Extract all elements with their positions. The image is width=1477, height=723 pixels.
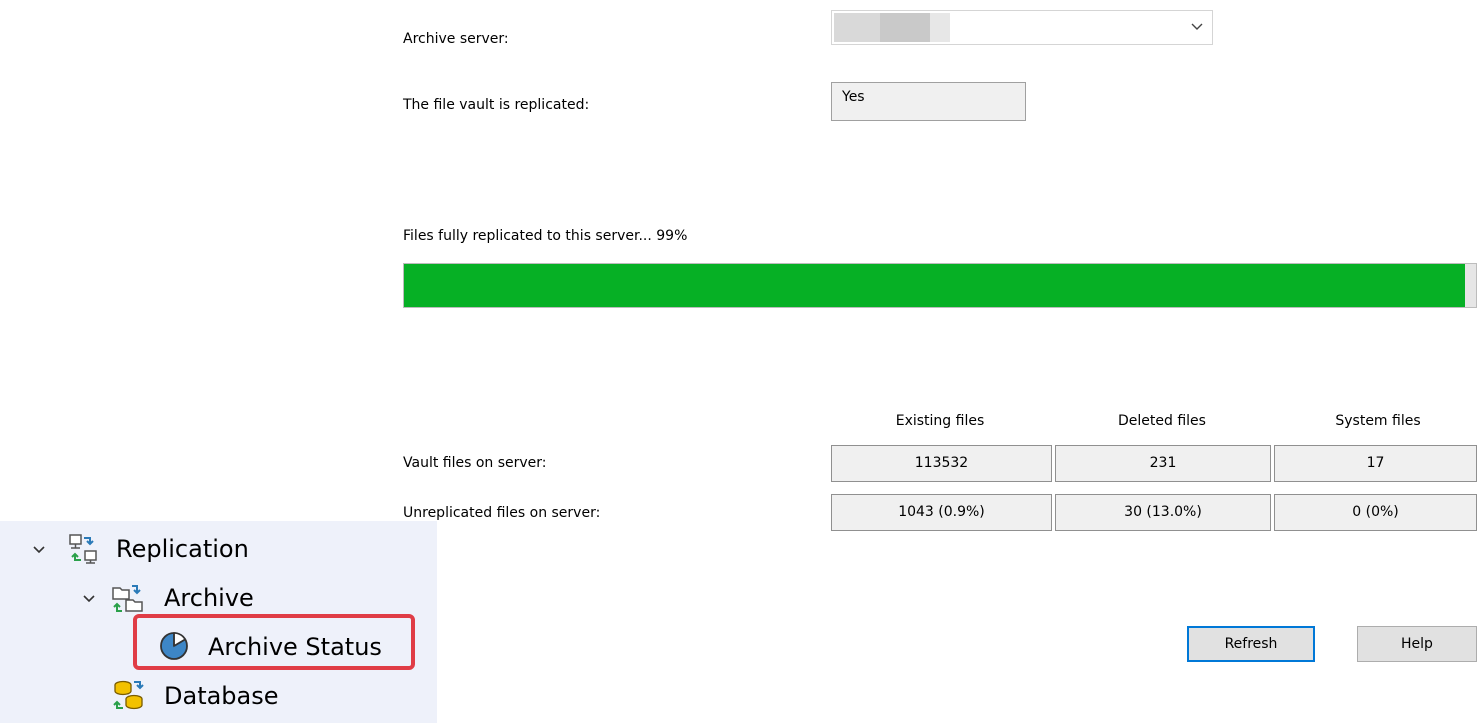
progress-label: Files fully replicated to this server...…: [403, 228, 688, 244]
archive-server-label: Archive server:: [403, 31, 509, 47]
replicated-field: Yes: [831, 82, 1026, 121]
cell-vault-existing: 113532: [831, 445, 1052, 482]
progress-fill: [404, 264, 1466, 307]
archive-server-value-redacted: [930, 13, 950, 42]
replicated-label: The file vault is replicated:: [403, 97, 590, 113]
column-header-existing: Existing files: [895, 413, 985, 429]
archive-server-value-redacted: [880, 13, 930, 42]
archive-server-value-redacted: [834, 13, 880, 42]
cell-unreplicated-system: 0 (0%): [1274, 494, 1477, 531]
row-label-vault-files: Vault files on server:: [403, 455, 547, 471]
database-sync-icon: [113, 680, 144, 710]
refresh-button[interactable]: Refresh: [1187, 626, 1315, 662]
archive-folder-sync-icon: [112, 585, 143, 612]
chevron-down-icon[interactable]: [82, 592, 96, 606]
help-button[interactable]: Help: [1357, 626, 1477, 662]
tree-item-database[interactable]: Database: [164, 681, 279, 711]
cell-vault-deleted: 231: [1055, 445, 1271, 482]
cell-vault-system: 17: [1274, 445, 1477, 482]
tree-item-archive-status[interactable]: Archive Status: [208, 632, 382, 662]
navigation-tree: Replication Archive Archive Status Datab…: [0, 521, 437, 723]
tree-item-archive[interactable]: Archive: [164, 583, 254, 613]
pie-chart-status-icon: [160, 632, 188, 660]
row-label-unreplicated-files: Unreplicated files on server:: [403, 505, 601, 521]
tree-item-replication[interactable]: Replication: [116, 534, 249, 564]
replication-progress-bar: [403, 263, 1477, 308]
chevron-down-icon[interactable]: [32, 543, 46, 557]
cell-unreplicated-existing: 1043 (0.9%): [831, 494, 1052, 531]
archive-server-dropdown[interactable]: [831, 10, 1213, 45]
column-header-system: System files: [1335, 413, 1421, 429]
column-header-deleted: Deleted files: [1118, 413, 1206, 429]
chevron-down-icon[interactable]: [1189, 18, 1205, 34]
cell-unreplicated-deleted: 30 (13.0%): [1055, 494, 1271, 531]
replication-network-icon: [69, 534, 97, 564]
